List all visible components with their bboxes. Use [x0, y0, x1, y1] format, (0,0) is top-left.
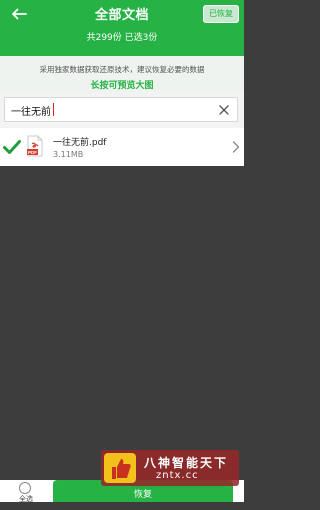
notice-banner: 采用独家数据获取还原技术，建议恢复必要的数据 长按可预览大图: [0, 56, 244, 92]
select-all-radio-icon: [19, 482, 31, 494]
watermark-url: zntx.cc: [156, 470, 199, 481]
preview-hint: 长按可预览大图: [90, 81, 154, 91]
file-list-item[interactable]: PDF 一往无前.pdf 3.11MB: [0, 128, 244, 166]
select-all-label: 全选: [19, 495, 33, 503]
watermark-name: 八神智能天下: [144, 456, 229, 470]
header-bar: 全部文档 已恢复 共299份 已选3份: [0, 0, 244, 56]
search-input[interactable]: 一往无前: [4, 97, 238, 122]
file-count-summary: 共299份 已选3份: [86, 33, 158, 43]
file-size: 3.11MB: [53, 150, 84, 159]
check-icon[interactable]: [3, 140, 21, 154]
search-bar: 一往无前: [0, 92, 244, 128]
pdf-file-icon: PDF: [27, 135, 43, 157]
select-all-button[interactable]: 全选: [0, 480, 52, 503]
notice-text: 采用独家数据获取还原技术，建议恢复必要的数据: [39, 65, 205, 74]
clear-icon[interactable]: [218, 104, 230, 116]
watermark-logo: 八神智能天下 zntx.cc: [101, 450, 239, 486]
file-name: 一往无前.pdf: [53, 138, 107, 148]
chevron-right-icon[interactable]: [232, 141, 240, 153]
restored-files-button[interactable]: 已恢复: [203, 5, 239, 23]
text-cursor: [53, 103, 54, 116]
thumbs-up-logo-icon: [104, 453, 136, 483]
pdf-type-label: PDF: [28, 150, 37, 155]
search-input-value: 一往无前: [11, 107, 51, 118]
